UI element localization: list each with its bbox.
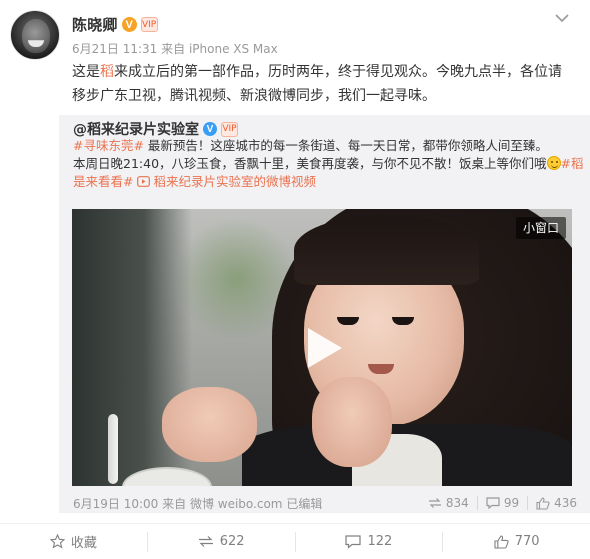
repost-stat-comments[interactable]: 99: [476, 496, 527, 510]
comment-icon: [345, 534, 362, 549]
smiley-icon: [546, 156, 561, 170]
post-text: 这是稻来成立后的第一部作品，历时两年，终于得见观众。今晚九点半，各位请移步广东卫…: [72, 60, 572, 108]
repost-verified-badge-icon: V: [203, 122, 217, 136]
post-meta: 6月21日 11:31 来自 iPhone XS Max: [72, 40, 278, 57]
repost-stat-likes[interactable]: 436: [527, 496, 585, 510]
repost-vip-badge-icon: VIP: [221, 121, 238, 137]
favorite-icon: [49, 534, 65, 549]
post-date[interactable]: 6月21日 11:31: [72, 42, 157, 56]
post-highlight: 稻: [100, 64, 114, 80]
comment-icon: [486, 497, 500, 509]
repost-line2: 本周日晚21:40，八珍玉食，香飘十里，美食再度袭，与你不见不散！饭桌上等你们哦: [73, 156, 547, 171]
repost-button[interactable]: 622: [146, 531, 295, 552]
repost-stats: 834 99 436: [420, 496, 585, 510]
mini-window-button[interactable]: 小窗口: [515, 217, 566, 239]
repost-icon: [198, 536, 213, 547]
favorite-button[interactable]: 收藏: [0, 532, 147, 552]
post-text-after: 来成立后的第一部作品，历时两年，终于得见观众。今晚九点半，各位请移步广东卫视，腾…: [72, 64, 562, 104]
video-link-icon: [137, 176, 151, 187]
repost-icon: [428, 498, 441, 508]
like-icon: [536, 496, 550, 510]
repost-card: @稻来纪录片实验室 V VIP #寻味东莞# 最新预告！这座城市的每一条街道、每…: [59, 115, 590, 513]
repost-date[interactable]: 6月19日 10:00: [73, 495, 158, 512]
author-name[interactable]: 陈晓卿: [72, 14, 118, 35]
repost-footer: 6月19日 10:00 来自 微博 weibo.com 已编辑 834 99 4…: [73, 494, 585, 512]
repost-author: @稻来纪录片实验室 V VIP: [73, 119, 238, 139]
video-player[interactable]: 小窗口: [72, 209, 572, 486]
video-girl-hand-left: [162, 387, 257, 462]
video-girl-hand-right: [312, 377, 392, 467]
repost-author-name[interactable]: @稻来纪录片实验室: [73, 119, 199, 139]
repost-text: #寻味东莞# 最新预告！这座城市的每一条街道、每一天日常，都带你领略人间至臻。 …: [73, 137, 585, 191]
video-link-label: 稻来纪录片实验室的微博视频: [153, 174, 316, 189]
weibo-post: 陈晓卿 V VIP 6月21日 11:31 来自 iPhone XS Max 这…: [0, 0, 590, 559]
avatar-face: [22, 19, 50, 53]
post-text-before: 这是: [72, 64, 100, 80]
topic-link[interactable]: #寻味东莞#: [73, 138, 144, 153]
video-girl-bangs: [294, 215, 479, 285]
action-bar: 收藏 622 122 770: [0, 523, 590, 559]
chevron-down-icon[interactable]: [554, 10, 570, 26]
play-icon[interactable]: [304, 326, 344, 370]
repost-source: 来自 微博 weibo.com: [162, 496, 283, 511]
repost-line1: 最新预告！这座城市的每一条街道、每一天日常，都带你领略人间至臻。: [143, 138, 548, 153]
avatar[interactable]: [10, 10, 60, 60]
like-button[interactable]: 770: [442, 531, 590, 552]
post-author: 陈晓卿 V VIP: [72, 14, 158, 35]
like-icon: [494, 534, 509, 549]
video-link[interactable]: 稻来纪录片实验室的微博视频: [137, 174, 316, 189]
post-source: 来自 iPhone XS Max: [161, 42, 278, 56]
repost-stat-reposts[interactable]: 834: [420, 496, 477, 510]
video-spoon: [108, 414, 118, 484]
repost-edited[interactable]: 已编辑: [286, 495, 322, 512]
verified-badge-icon: V: [121, 17, 137, 32]
vip-badge-icon: VIP: [140, 17, 158, 32]
comment-button[interactable]: 122: [294, 531, 443, 552]
